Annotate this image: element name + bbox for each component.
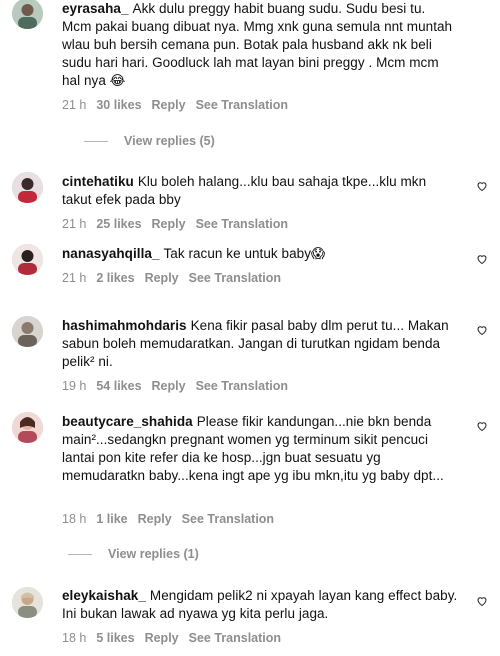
comment-text: hashimahmohdaris Kena fikir pasal baby dl… (62, 317, 458, 371)
reply-button[interactable]: Reply (138, 512, 172, 526)
see-translation-button[interactable]: See Translation (196, 379, 288, 393)
comment-meta: 18 h 5 likes Reply See Translation (62, 631, 291, 645)
comment-time: 19 h (62, 379, 87, 393)
replies-divider (84, 140, 108, 142)
reply-button[interactable]: Reply (145, 631, 179, 645)
comment-username[interactable]: eyrasaha_ (62, 1, 129, 16)
comment-username[interactable]: hashimahmohdaris (62, 318, 187, 333)
comment-text: cintehatiku Klu boleh halang...klu bau sa… (62, 173, 458, 209)
comment-text: nanasyahqilla_ Tak racun ke untuk baby😱 (62, 245, 458, 263)
reply-button[interactable]: Reply (145, 271, 179, 285)
see-translation-button[interactable]: See Translation (189, 271, 281, 285)
comment-likes[interactable]: 5 likes (96, 631, 134, 645)
comment-meta: 21 h 2 likes Reply See Translation (62, 271, 291, 285)
view-replies-label: View replies (1) (108, 547, 199, 561)
avatar[interactable] (12, 316, 43, 347)
reply-button[interactable]: Reply (152, 217, 186, 231)
view-replies-label: View replies (5) (124, 134, 215, 148)
reply-button[interactable]: Reply (152, 379, 186, 393)
like-heart-icon[interactable] (476, 324, 488, 336)
comment-meta: 19 h 54 likes Reply See Translation (62, 379, 298, 393)
comment-username[interactable]: beautycare_shahida (62, 414, 193, 429)
avatar[interactable] (12, 0, 43, 29)
comment-body: Tak racun ke untuk baby😱 (163, 246, 326, 261)
comment-likes[interactable]: 54 likes (96, 379, 141, 393)
comment-time: 18 h (62, 512, 87, 526)
comment-likes[interactable]: 2 likes (96, 271, 134, 285)
comment-likes[interactable]: 30 likes (96, 98, 141, 112)
comment-meta: 21 h 30 likes Reply See Translation (62, 98, 298, 112)
avatar[interactable] (12, 412, 43, 443)
comment-username[interactable]: nanasyahqilla_ (62, 246, 160, 261)
comment-time: 21 h (62, 217, 87, 231)
see-translation-button[interactable]: See Translation (196, 98, 288, 112)
comment-meta: 21 h 25 likes Reply See Translation (62, 217, 298, 231)
comment-text: eyrasaha_ Akk dulu preggy habit buang sud… (62, 0, 458, 90)
like-heart-icon[interactable] (476, 595, 488, 607)
comment-meta: 18 h 1 like Reply See Translation (62, 512, 284, 526)
comment-time: 21 h (62, 98, 87, 112)
like-heart-icon[interactable] (476, 180, 488, 192)
like-heart-icon[interactable] (476, 253, 488, 265)
see-translation-button[interactable]: See Translation (182, 512, 274, 526)
comment-text: beautycare_shahida Please fikir kandungan… (62, 413, 458, 485)
comment-likes[interactable]: 1 like (96, 512, 127, 526)
see-translation-button[interactable]: See Translation (196, 217, 288, 231)
see-translation-button[interactable]: See Translation (189, 631, 281, 645)
reply-button[interactable]: Reply (152, 98, 186, 112)
comment-time: 18 h (62, 631, 87, 645)
avatar[interactable] (12, 587, 43, 618)
comment-username[interactable]: eleykaishak_ (62, 588, 146, 603)
comment-username[interactable]: cintehatiku (62, 174, 134, 189)
comment-likes[interactable]: 25 likes (96, 217, 141, 231)
like-heart-icon[interactable] (476, 420, 488, 432)
view-replies-button[interactable]: View replies (5) (84, 134, 215, 148)
comment-text: eleykaishak_ Mengidam pelik2 ni xpayah la… (62, 587, 458, 623)
comment-time: 21 h (62, 271, 87, 285)
avatar[interactable] (12, 172, 43, 203)
avatar[interactable] (12, 244, 43, 275)
replies-divider (68, 553, 92, 555)
view-replies-button[interactable]: View replies (1) (68, 547, 199, 561)
